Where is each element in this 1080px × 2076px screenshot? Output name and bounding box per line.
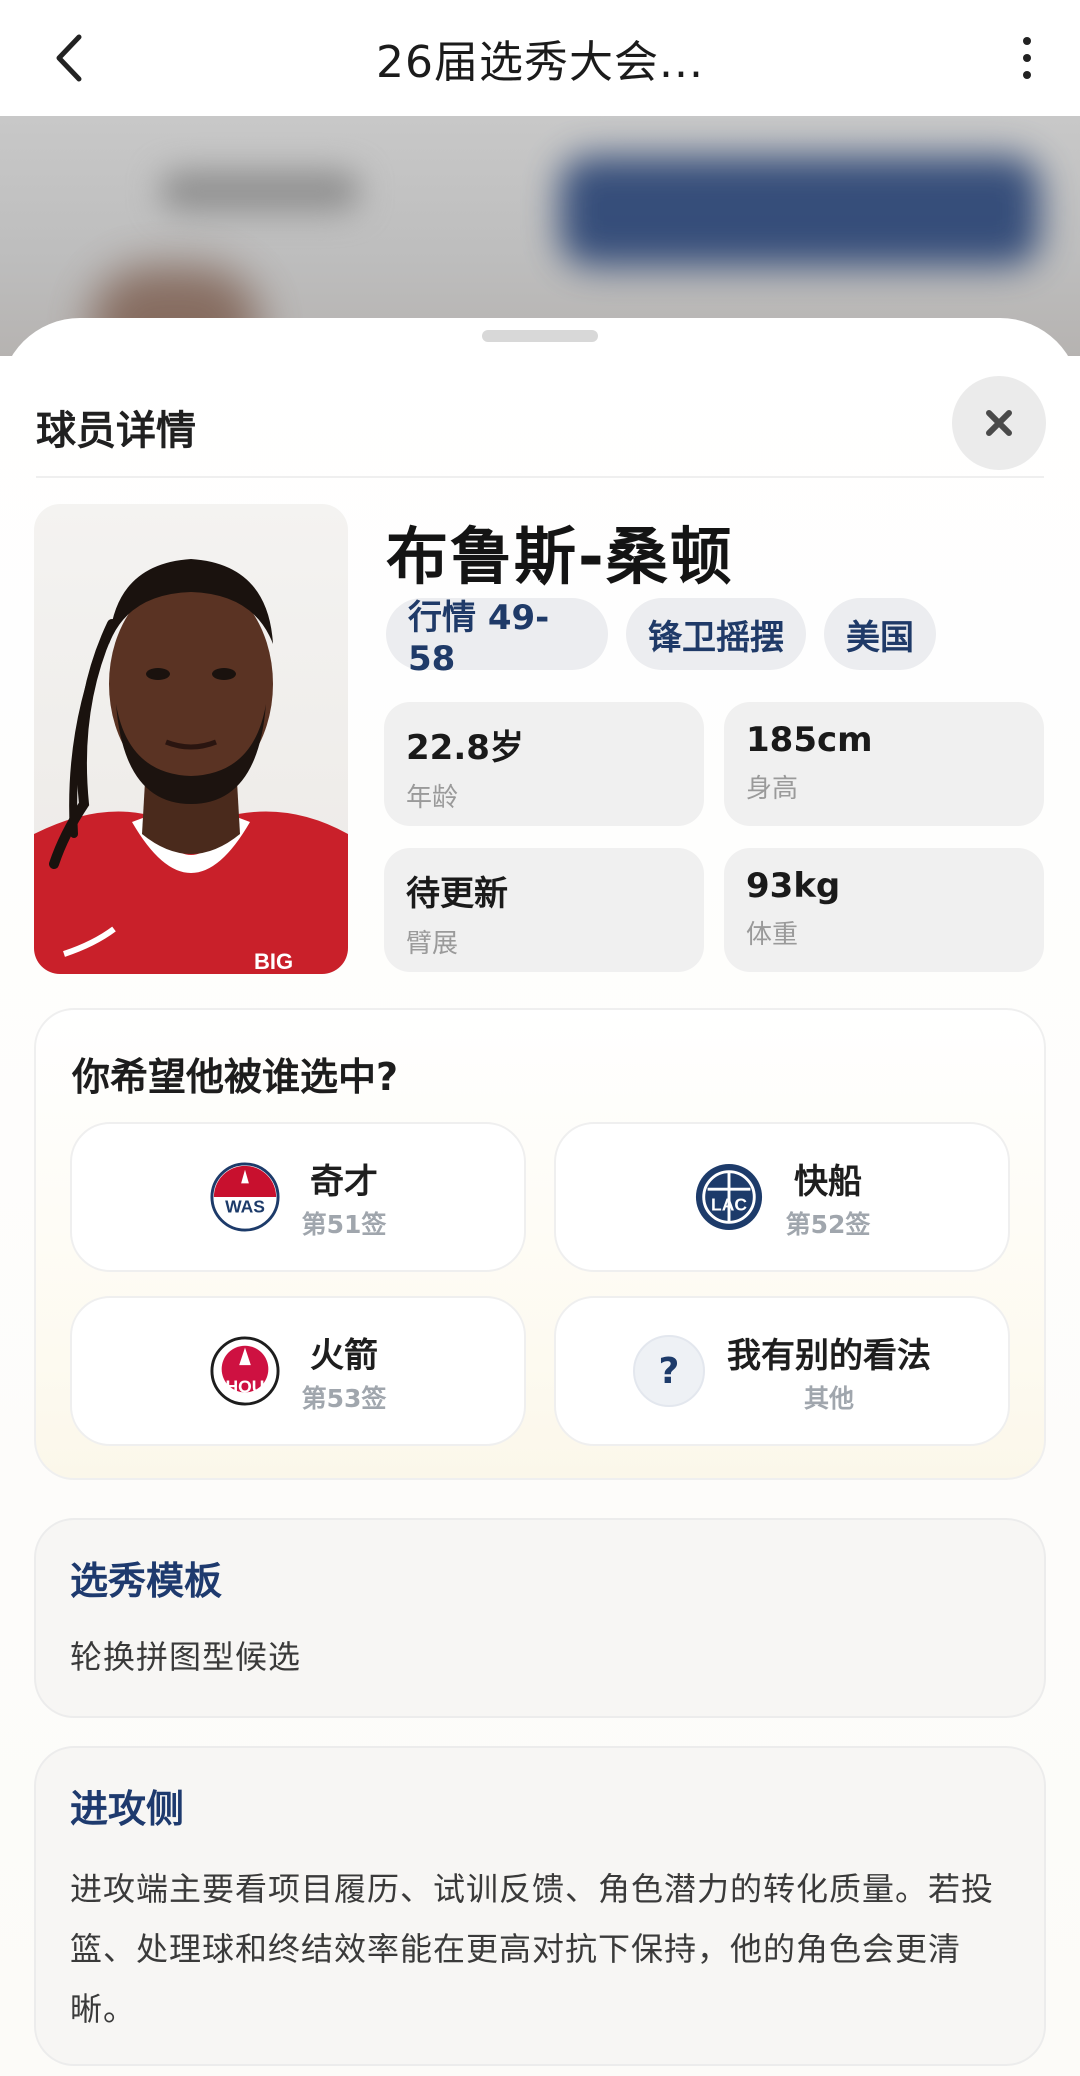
page-title: 26届选秀大会...	[376, 37, 704, 88]
stat-value: 93kg	[746, 866, 841, 906]
option-name: 奇才	[309, 1161, 378, 1202]
blurred-button-shape	[560, 156, 1040, 266]
vote-card: 你希望他被谁选中? WAS 奇才 第51签 LAC 快船 第52签 HOU 火箭…	[34, 1008, 1046, 1480]
nationality-tag: 美国	[824, 598, 936, 670]
vote-option-clippers[interactable]: LAC 快船 第52签	[554, 1122, 1010, 1272]
more-dot	[1023, 71, 1031, 79]
jersey-text: BIG	[254, 949, 293, 974]
option-pick: 其他	[803, 1383, 854, 1413]
player-portrait-illustration: BIG	[34, 559, 348, 974]
more-dot	[1023, 54, 1031, 62]
vote-question: 你希望他被谁选中?	[72, 1055, 399, 1099]
question-icon: ?	[633, 1335, 705, 1407]
stat-value: 185cm	[746, 720, 873, 760]
option-pick: 第52签	[785, 1209, 871, 1239]
stat-age: 22.8岁 年龄	[384, 702, 704, 826]
option-name: 快船	[793, 1161, 862, 1202]
wizards-logo-icon: WAS	[210, 1162, 280, 1232]
divider	[36, 476, 1044, 478]
rockets-logo-icon: HOU	[210, 1336, 280, 1406]
sheet-title: 球员详情	[36, 408, 196, 454]
close-button[interactable]	[952, 376, 1046, 470]
logo-text: HOU	[225, 1376, 264, 1396]
chevron-left-icon	[56, 34, 82, 82]
more-options-button[interactable]	[1002, 26, 1052, 90]
vote-option-rockets[interactable]: HOU 火箭 第53签	[70, 1296, 526, 1446]
stat-label: 体重	[746, 920, 799, 950]
position-tag: 锋卫摇摆	[626, 598, 806, 670]
card-title: 进攻侧	[70, 1787, 185, 1831]
option-pick: 第51签	[301, 1209, 387, 1239]
stat-wingspan: 待更新 臂展	[384, 848, 704, 972]
option-pick: 第53签	[301, 1383, 387, 1413]
top-app-bar: 26届选秀大会...	[0, 0, 1080, 116]
vote-option-other[interactable]: ? 我有别的看法 其他	[554, 1296, 1010, 1446]
player-photo: BIG	[34, 504, 348, 974]
stat-value: 22.8岁	[406, 728, 524, 768]
stat-label: 身高	[746, 774, 799, 804]
more-dot	[1023, 37, 1031, 45]
card-body: 进攻端主要看项目履历、试训反馈、角色潜力的转化质量。若投篮、处理球和终结效率能在…	[70, 1870, 995, 2028]
option-name: 我有别的看法	[727, 1335, 931, 1376]
clippers-logo-icon: LAC	[694, 1162, 764, 1232]
draft-template-card: 选秀模板 轮换拼图型候选	[34, 1518, 1046, 1718]
price-range-tag: 行情 49-58	[386, 598, 608, 679]
card-title: 选秀模板	[70, 1559, 223, 1603]
back-button[interactable]	[38, 30, 98, 86]
stat-value: 待更新	[406, 874, 508, 914]
drag-handle[interactable]	[482, 330, 598, 342]
player-detail-sheet: 球员详情 BIG 布鲁斯-桑顿 行情 49-58 锋卫摇摆 美国 22.8岁 年…	[0, 318, 1080, 2076]
blurred-text-shape	[160, 171, 360, 211]
player-name: 布鲁斯-桑顿	[386, 520, 734, 593]
close-icon	[986, 410, 1012, 436]
vote-option-wizards[interactable]: WAS 奇才 第51签	[70, 1122, 526, 1272]
stat-height: 185cm 身高	[724, 702, 1044, 826]
logo-text: LAC	[711, 1195, 747, 1215]
stat-label: 臂展	[406, 929, 459, 959]
stat-weight: 93kg 体重	[724, 848, 1044, 972]
card-body: 轮换拼图型候选	[70, 1638, 302, 1676]
logo-text: WAS	[225, 1197, 265, 1217]
option-name: 火箭	[309, 1335, 378, 1376]
offense-card: 进攻侧 进攻端主要看项目履历、试训反馈、角色潜力的转化质量。若投篮、处理球和终结…	[34, 1746, 1046, 2066]
stat-label: 年龄	[406, 783, 459, 813]
